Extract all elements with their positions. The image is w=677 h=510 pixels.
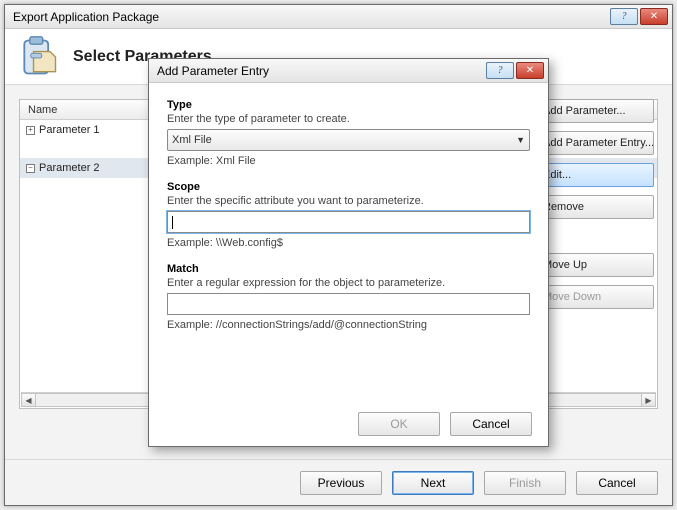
expand-toggle-icon[interactable]: + (26, 126, 35, 135)
match-description: Enter a regular expression for the objec… (167, 277, 530, 289)
wizard-footer: Previous Next Finish Cancel (5, 459, 672, 505)
ok-button: OK (358, 412, 440, 436)
chevron-down-icon: ▼ (516, 135, 525, 145)
finish-button: Finish (484, 471, 566, 495)
dialog-title: Add Parameter Entry (157, 64, 486, 78)
move-down-button: Move Down (534, 285, 654, 309)
cancel-button[interactable]: Cancel (576, 471, 658, 495)
edit-button[interactable]: Edit... (534, 163, 654, 187)
match-input[interactable] (167, 293, 530, 315)
remove-button[interactable]: Remove (534, 195, 654, 219)
next-button[interactable]: Next (392, 471, 474, 495)
dialog-cancel-button[interactable]: Cancel (450, 412, 532, 436)
match-label: Match (167, 263, 530, 275)
scope-input[interactable] (167, 211, 530, 233)
row-label: Parameter 2 (39, 162, 100, 174)
scope-example: Example: \\Web.config$ (167, 237, 530, 249)
close-button[interactable]: ✕ (640, 8, 668, 25)
dialog-close-button[interactable]: ✕ (516, 62, 544, 79)
text-caret (172, 216, 173, 229)
scroll-left-icon[interactable]: ◀ (21, 393, 36, 407)
scroll-right-icon[interactable]: ▶ (641, 393, 656, 407)
type-combobox[interactable]: Xml File ▼ (167, 129, 530, 151)
add-parameter-button[interactable]: Add Parameter... (534, 99, 654, 123)
scope-description: Enter the specific attribute you want to… (167, 195, 530, 207)
type-label: Type (167, 99, 530, 111)
add-parameter-entry-button[interactable]: Add Parameter Entry... (534, 131, 654, 155)
match-example: Example: //connectionStrings/add/@connec… (167, 319, 530, 331)
dialog-help-button[interactable]: ? (486, 62, 514, 79)
window-title: Export Application Package (13, 10, 610, 24)
move-up-button[interactable]: Move Up (534, 253, 654, 277)
expand-toggle-icon[interactable]: − (26, 164, 35, 173)
package-icon (17, 35, 61, 79)
type-description: Enter the type of parameter to create. (167, 113, 530, 125)
row-label: Parameter 1 (39, 124, 100, 136)
titlebar[interactable]: Export Application Package ? ✕ (5, 5, 672, 29)
scope-label: Scope (167, 181, 530, 193)
type-example: Example: Xml File (167, 155, 530, 167)
previous-button[interactable]: Previous (300, 471, 382, 495)
type-value: Xml File (172, 134, 212, 146)
dialog-titlebar[interactable]: Add Parameter Entry ? ✕ (149, 59, 548, 83)
add-parameter-entry-dialog: Add Parameter Entry ? ✕ Type Enter the t… (148, 58, 549, 447)
help-button[interactable]: ? (610, 8, 638, 25)
